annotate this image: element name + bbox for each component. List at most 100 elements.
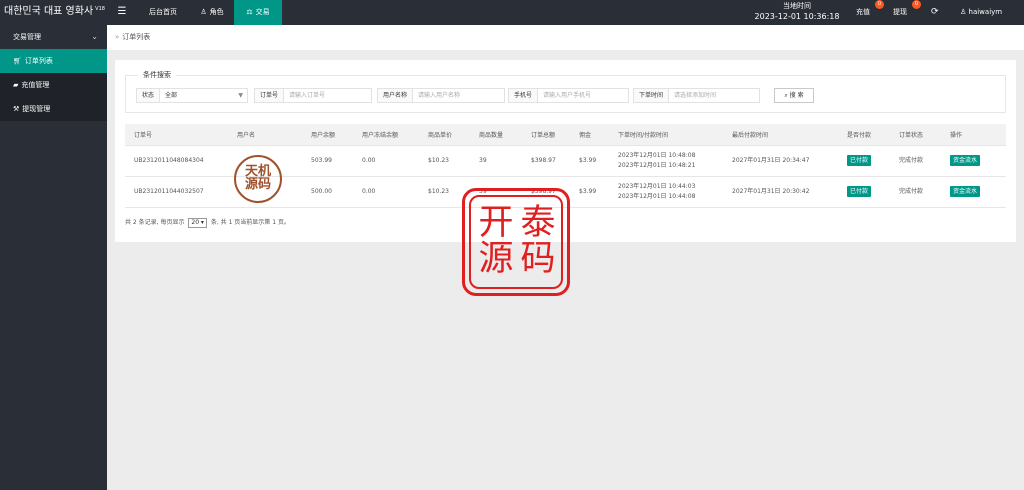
frozen-balance-cell: 0.00: [353, 176, 419, 208]
column-header: 订单状态: [890, 124, 941, 146]
table-header-row: 订单号 用户名 用户余额 用户冻结余额 商品单价 商品数量 订单总额 佣金 下单…: [125, 124, 1006, 146]
order-label: 订单号: [255, 89, 285, 102]
recharge-badge: 0: [875, 0, 884, 9]
commission-cell: $3.99: [570, 176, 609, 208]
search-legend: 条件搜索: [138, 70, 176, 80]
breadcrumb-current[interactable]: 订单列表: [122, 33, 150, 41]
fund-flow-button[interactable]: 资金流水: [950, 155, 981, 166]
username-filter: 用户名称: [377, 88, 505, 103]
app-title[interactable]: 대한민국 대표 영화사 V18: [0, 0, 107, 25]
column-header: 用户余额: [302, 124, 353, 146]
sidebar-item-orders[interactable]: 🛒︎ 订单列表: [0, 49, 107, 73]
pay-time: 2023年12月01日 10:44:08: [618, 192, 696, 200]
order-input[interactable]: [284, 89, 371, 102]
pagination-info: 共 2 条记录, 每页显示 20 ▾ 条, 共 1 页当前显示第 1 页。: [125, 217, 290, 228]
clock-value: 2023-12-01 10:36:18: [754, 12, 840, 21]
watermark-char: 泰: [520, 203, 556, 243]
watermark-char: 开: [478, 203, 514, 243]
time-input[interactable]: [669, 89, 759, 102]
menu-icon[interactable]: ☰: [114, 0, 130, 25]
order-times-cell: 2023年12月01日 10:48:08 2023年12月01日 10:48:21: [609, 145, 723, 177]
withdraw-badge: 0: [912, 0, 921, 9]
phone-filter: 手机号: [508, 88, 629, 103]
sidebar-item-label: 订单列表: [24, 57, 53, 65]
column-header: 佣金: [570, 124, 609, 146]
tab-roles[interactable]: ♙ 角色: [190, 0, 234, 25]
time-filter: 下单时间: [633, 88, 760, 103]
tab-home[interactable]: 后台首页: [136, 0, 190, 25]
balance-cell: 503.99: [302, 145, 353, 177]
hammer-icon: ⚒: [13, 105, 20, 113]
search-fieldset: 条件搜索 状态 全部 ▼ 订单号 用户名称 手机号 下单时间 ⌕ 搜 索: [125, 70, 1006, 113]
order-total-cell: $398.97: [522, 145, 570, 177]
sidebar-section-label: 交易管理: [13, 33, 41, 41]
paid-cell: 已付款: [838, 176, 890, 208]
column-header: 用户名: [228, 124, 302, 146]
watermark-char: 源: [478, 239, 514, 279]
tab-roles-label: 角色: [209, 8, 224, 16]
recharge-label: 充值: [856, 8, 870, 16]
balance-cell: 500.00: [302, 176, 353, 208]
status-select[interactable]: 全部 ▼: [160, 89, 247, 102]
time-label: 下单时间: [634, 89, 670, 102]
pager-suffix: 条, 共 1 页当前显示第 1 页。: [210, 219, 290, 226]
page-size-select[interactable]: 20 ▾: [188, 218, 207, 228]
pager-prefix: 共 2 条记录, 每页显示: [125, 219, 185, 226]
sidebar-item-label: 提现管理: [22, 105, 51, 113]
column-header: 商品数量: [470, 124, 522, 146]
order-filter: 订单号: [254, 88, 372, 103]
watermark-small-line: 源码: [244, 177, 271, 192]
recharge-button[interactable]: 充值: [856, 0, 870, 25]
order-number: UB2312011048084304: [125, 145, 228, 177]
username-input[interactable]: [413, 89, 504, 102]
order-time: 2023年12月01日 10:48:08: [618, 151, 696, 159]
tab-trade[interactable]: ⚖ 交易: [234, 0, 282, 25]
chevron-down-icon: ⌄: [91, 32, 98, 41]
refresh-icon[interactable]: ⟳: [931, 0, 939, 25]
search-button[interactable]: ⌕ 搜 索: [774, 88, 814, 103]
order-number: UB2312011044032507: [125, 176, 228, 208]
frozen-balance-cell: 0.00: [353, 145, 419, 177]
status-filter[interactable]: 状态 全部 ▼: [136, 88, 248, 103]
user-menu[interactable]: ♙ haiwaiym: [960, 0, 1002, 25]
sidebar: 交易管理 ⌄ 🛒︎ 订单列表 ▰ 充值管理 ⚒ 提现管理: [0, 25, 107, 490]
quantity-cell: 39: [470, 145, 522, 177]
paid-badge: 已付款: [847, 186, 872, 197]
cart-icon: 🛒︎: [13, 57, 22, 65]
column-header: 用户冻结余额: [353, 124, 419, 146]
watermark-stamp-small: 天机 源码: [234, 155, 282, 203]
sidebar-section-trade[interactable]: 交易管理 ⌄: [0, 25, 107, 49]
column-header: 下单时间/付款时间: [609, 124, 723, 146]
caret-down-icon: ▼: [238, 92, 243, 99]
column-header: 是否付款: [838, 124, 890, 146]
user-icon: ♙: [200, 8, 207, 16]
user-icon: ♙: [960, 8, 969, 16]
page-size-value: 20: [191, 219, 200, 226]
phone-input[interactable]: [538, 89, 628, 102]
fund-flow-button[interactable]: 资金流水: [950, 186, 981, 197]
action-cell: 资金流水: [941, 145, 1006, 177]
order-time: 2023年12月01日 10:44:03: [618, 182, 696, 190]
last-pay-time-cell: 2027年01月31日 20:30:42: [723, 176, 838, 208]
withdraw-button[interactable]: 提现: [893, 0, 907, 25]
phone-label: 手机号: [509, 89, 539, 102]
column-header: 订单号: [125, 124, 228, 146]
column-header: 商品单价: [419, 124, 470, 146]
watermark-large-text: 开 泰 源 码: [475, 205, 559, 277]
breadcrumb: » 订单列表: [107, 25, 1024, 50]
balance-icon: ⚖: [246, 8, 253, 16]
sidebar-item-recharge[interactable]: ▰ 充值管理: [0, 73, 107, 97]
commission-cell: $3.99: [570, 145, 609, 177]
top-bar: 대한민국 대표 영화사 V18 ☰ 后台首页 ♙ 角色 ⚖ 交易 当地时间 2023-…: [0, 0, 1024, 25]
column-header: 最后付款时间: [723, 124, 838, 146]
withdraw-label: 提现: [893, 8, 907, 16]
column-header: 操作: [941, 124, 1006, 146]
search-button-label: 搜 索: [789, 92, 804, 99]
tab-trade-label: 交易: [255, 8, 270, 16]
watermark-char: 码: [520, 239, 556, 279]
sidebar-item-withdraw[interactable]: ⚒ 提现管理: [0, 97, 107, 121]
local-clock: 当地时间 2023-12-01 10:36:18: [754, 0, 840, 25]
tab-home-label: 后台首页: [149, 8, 177, 16]
last-pay-time-cell: 2027年01月31日 20:34:47: [723, 145, 838, 177]
chat-icon: ▰: [13, 81, 19, 89]
